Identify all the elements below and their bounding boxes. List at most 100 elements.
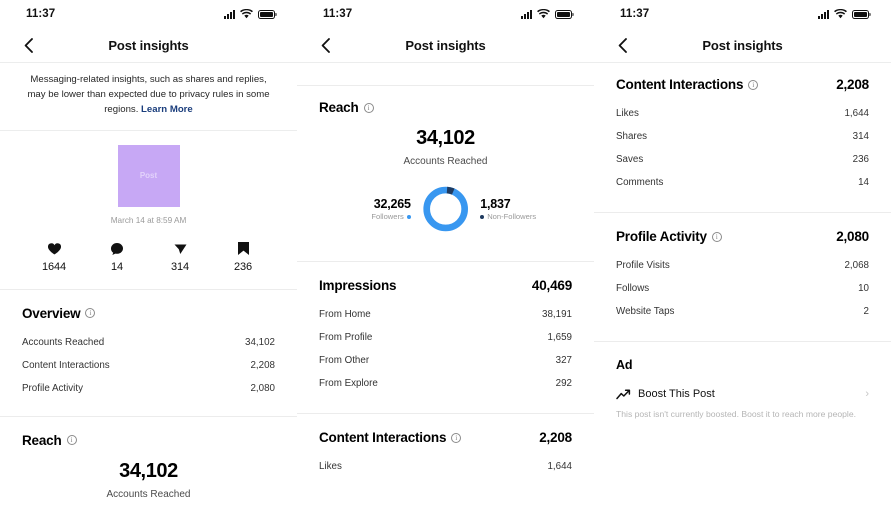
status-bar-icons	[521, 9, 574, 19]
post-date: March 14 at 8:59 AM	[110, 215, 187, 225]
trending-up-icon	[616, 389, 634, 400]
metric-shares[interactable]: 314	[154, 241, 206, 273]
stat-value: 1,659	[547, 332, 572, 343]
overview-section: Overview i Accounts Reached 34,102 Conte…	[0, 290, 297, 400]
metric-shares-value: 314	[170, 260, 190, 273]
ad-section: Ad Boost This Post › This post isn't cur…	[594, 342, 891, 421]
stat-value: 236	[852, 154, 869, 165]
stat-label: From Profile	[319, 332, 373, 343]
screenshot-root: 11:37 Post insights Messaging-related in…	[0, 0, 891, 513]
metric-comments-value: 14	[110, 260, 124, 273]
info-icon[interactable]: i	[711, 231, 722, 242]
overview-row-accounts-reached: Accounts Reached 34,102	[22, 331, 275, 354]
info-icon[interactable]: i	[748, 79, 759, 90]
info-icon[interactable]: i	[363, 102, 374, 113]
overview-header: Overview i	[22, 306, 275, 321]
boost-this-post-label: Boost This Post	[638, 388, 715, 400]
overview-row-content-interactions: Content Interactions 2,208	[22, 354, 275, 377]
nav-bar-3: Post insights	[594, 28, 891, 62]
stat-label: From Home	[319, 309, 371, 320]
followers-value: 32,265	[373, 197, 411, 211]
post-thumbnail[interactable]: Post	[117, 144, 180, 207]
phone-screen-3: 11:37 Post insights Content Interactions…	[594, 0, 891, 513]
impressions-section: Impressions 40,469 From Home 38,191 From…	[297, 262, 594, 395]
stat-value: 2,068	[844, 260, 869, 271]
boost-this-post-button[interactable]: Boost This Post ›	[616, 380, 869, 406]
chevron-right-icon: ›	[865, 388, 869, 400]
impressions-row-from-profile: From Profile 1,659	[319, 326, 572, 349]
learn-more-link[interactable]: Learn More	[141, 104, 193, 115]
signal-bars-icon	[521, 9, 532, 19]
stat-label: Accounts Reached	[22, 336, 105, 348]
page-title: Post insights	[405, 37, 486, 53]
page-title: Post insights	[702, 37, 783, 53]
followers-label: Followers	[371, 212, 404, 221]
stat-value: 2	[863, 306, 869, 317]
reach-donut-chart: 32,265 Followers 1,837 Non-Followers	[319, 183, 572, 235]
status-bar-clock: 11:37	[26, 8, 56, 20]
info-icon[interactable]: i	[66, 435, 77, 446]
metric-likes[interactable]: 1644	[28, 241, 80, 273]
metric-saves[interactable]: 236	[217, 241, 269, 273]
reach-header-1: Reach i	[22, 433, 275, 448]
stat-value: 10	[858, 283, 869, 294]
profile-activity-row-website-taps: Website Taps 2	[616, 300, 869, 323]
stat-label: Follows	[616, 283, 650, 294]
reach-big-value: 34,102	[416, 127, 475, 149]
content-interactions-row-saves: Saves 236	[616, 148, 869, 171]
metric-saves-value: 236	[233, 260, 253, 273]
status-bar: 11:37	[297, 0, 594, 28]
reach-big-value: 34,102	[119, 459, 178, 482]
profile-activity-section: Profile Activity i 2,080 Profile Visits …	[594, 213, 891, 323]
comment-icon	[91, 241, 143, 257]
status-bar: 11:37	[594, 0, 891, 28]
stat-value: 2,208	[250, 359, 275, 371]
content-interactions-total: 2,208	[539, 430, 572, 445]
content-interactions-header-3: Content Interactions i 2,208	[616, 77, 869, 92]
status-bar-clock: 11:37	[620, 8, 650, 20]
stat-label: Profile Activity	[22, 382, 83, 394]
impressions-title: Impressions	[319, 278, 397, 293]
content-interactions-row-comments: Comments 14	[616, 171, 869, 194]
stat-value: 34,102	[245, 336, 275, 348]
phone-screen-1: 11:37 Post insights Messaging-related in…	[0, 0, 297, 513]
wifi-icon	[240, 9, 253, 19]
wifi-icon	[834, 9, 847, 19]
battery-icon	[258, 9, 277, 19]
content-interactions-row-likes: Likes 1,644	[319, 455, 572, 478]
followers-legend-dot	[406, 214, 411, 219]
post-preview-block: Post March 14 at 8:59 AM	[0, 131, 297, 225]
status-bar-icons	[224, 9, 277, 19]
boost-note: This post isn't currently boosted. Boost…	[616, 409, 856, 419]
profile-activity-total: 2,080	[836, 229, 869, 244]
profile-activity-row-follows: Follows 10	[616, 277, 869, 300]
content-interactions-title: Content Interactions	[616, 77, 744, 92]
content-interactions-total: 2,208	[836, 77, 869, 92]
signal-bars-icon	[818, 9, 829, 19]
reach-title: Reach	[319, 100, 359, 115]
overview-title: Overview	[22, 305, 81, 321]
metric-comments[interactable]: 14	[91, 241, 143, 273]
stat-label: Shares	[616, 131, 648, 142]
signal-bars-icon	[224, 9, 235, 19]
overview-row-profile-activity: Profile Activity 2,080	[22, 377, 275, 400]
impressions-row-from-home: From Home 38,191	[319, 303, 572, 326]
heart-icon	[28, 241, 80, 257]
donut-legend-followers: 32,265 Followers	[333, 197, 411, 221]
status-bar: 11:37	[0, 0, 297, 28]
content-interactions-header-2: Content Interactions i 2,208	[319, 430, 572, 445]
status-bar-icons	[818, 9, 871, 19]
stat-label: From Other	[319, 355, 370, 366]
info-icon[interactable]: i	[451, 432, 462, 443]
content-interactions-row-shares: Shares 314	[616, 125, 869, 148]
info-icon[interactable]: i	[85, 308, 96, 319]
stat-label: From Explore	[319, 378, 378, 389]
battery-icon	[555, 9, 574, 19]
content-interactions-section-2: Content Interactions i 2,208 Likes 1,644	[297, 414, 594, 478]
impressions-header: Impressions 40,469	[319, 278, 572, 293]
stat-value: 2,080	[250, 382, 275, 394]
stat-value: 327	[555, 355, 572, 366]
stat-value: 38,191	[542, 309, 572, 320]
profile-activity-row-profile-visits: Profile Visits 2,068	[616, 254, 869, 277]
share-icon	[154, 241, 206, 257]
